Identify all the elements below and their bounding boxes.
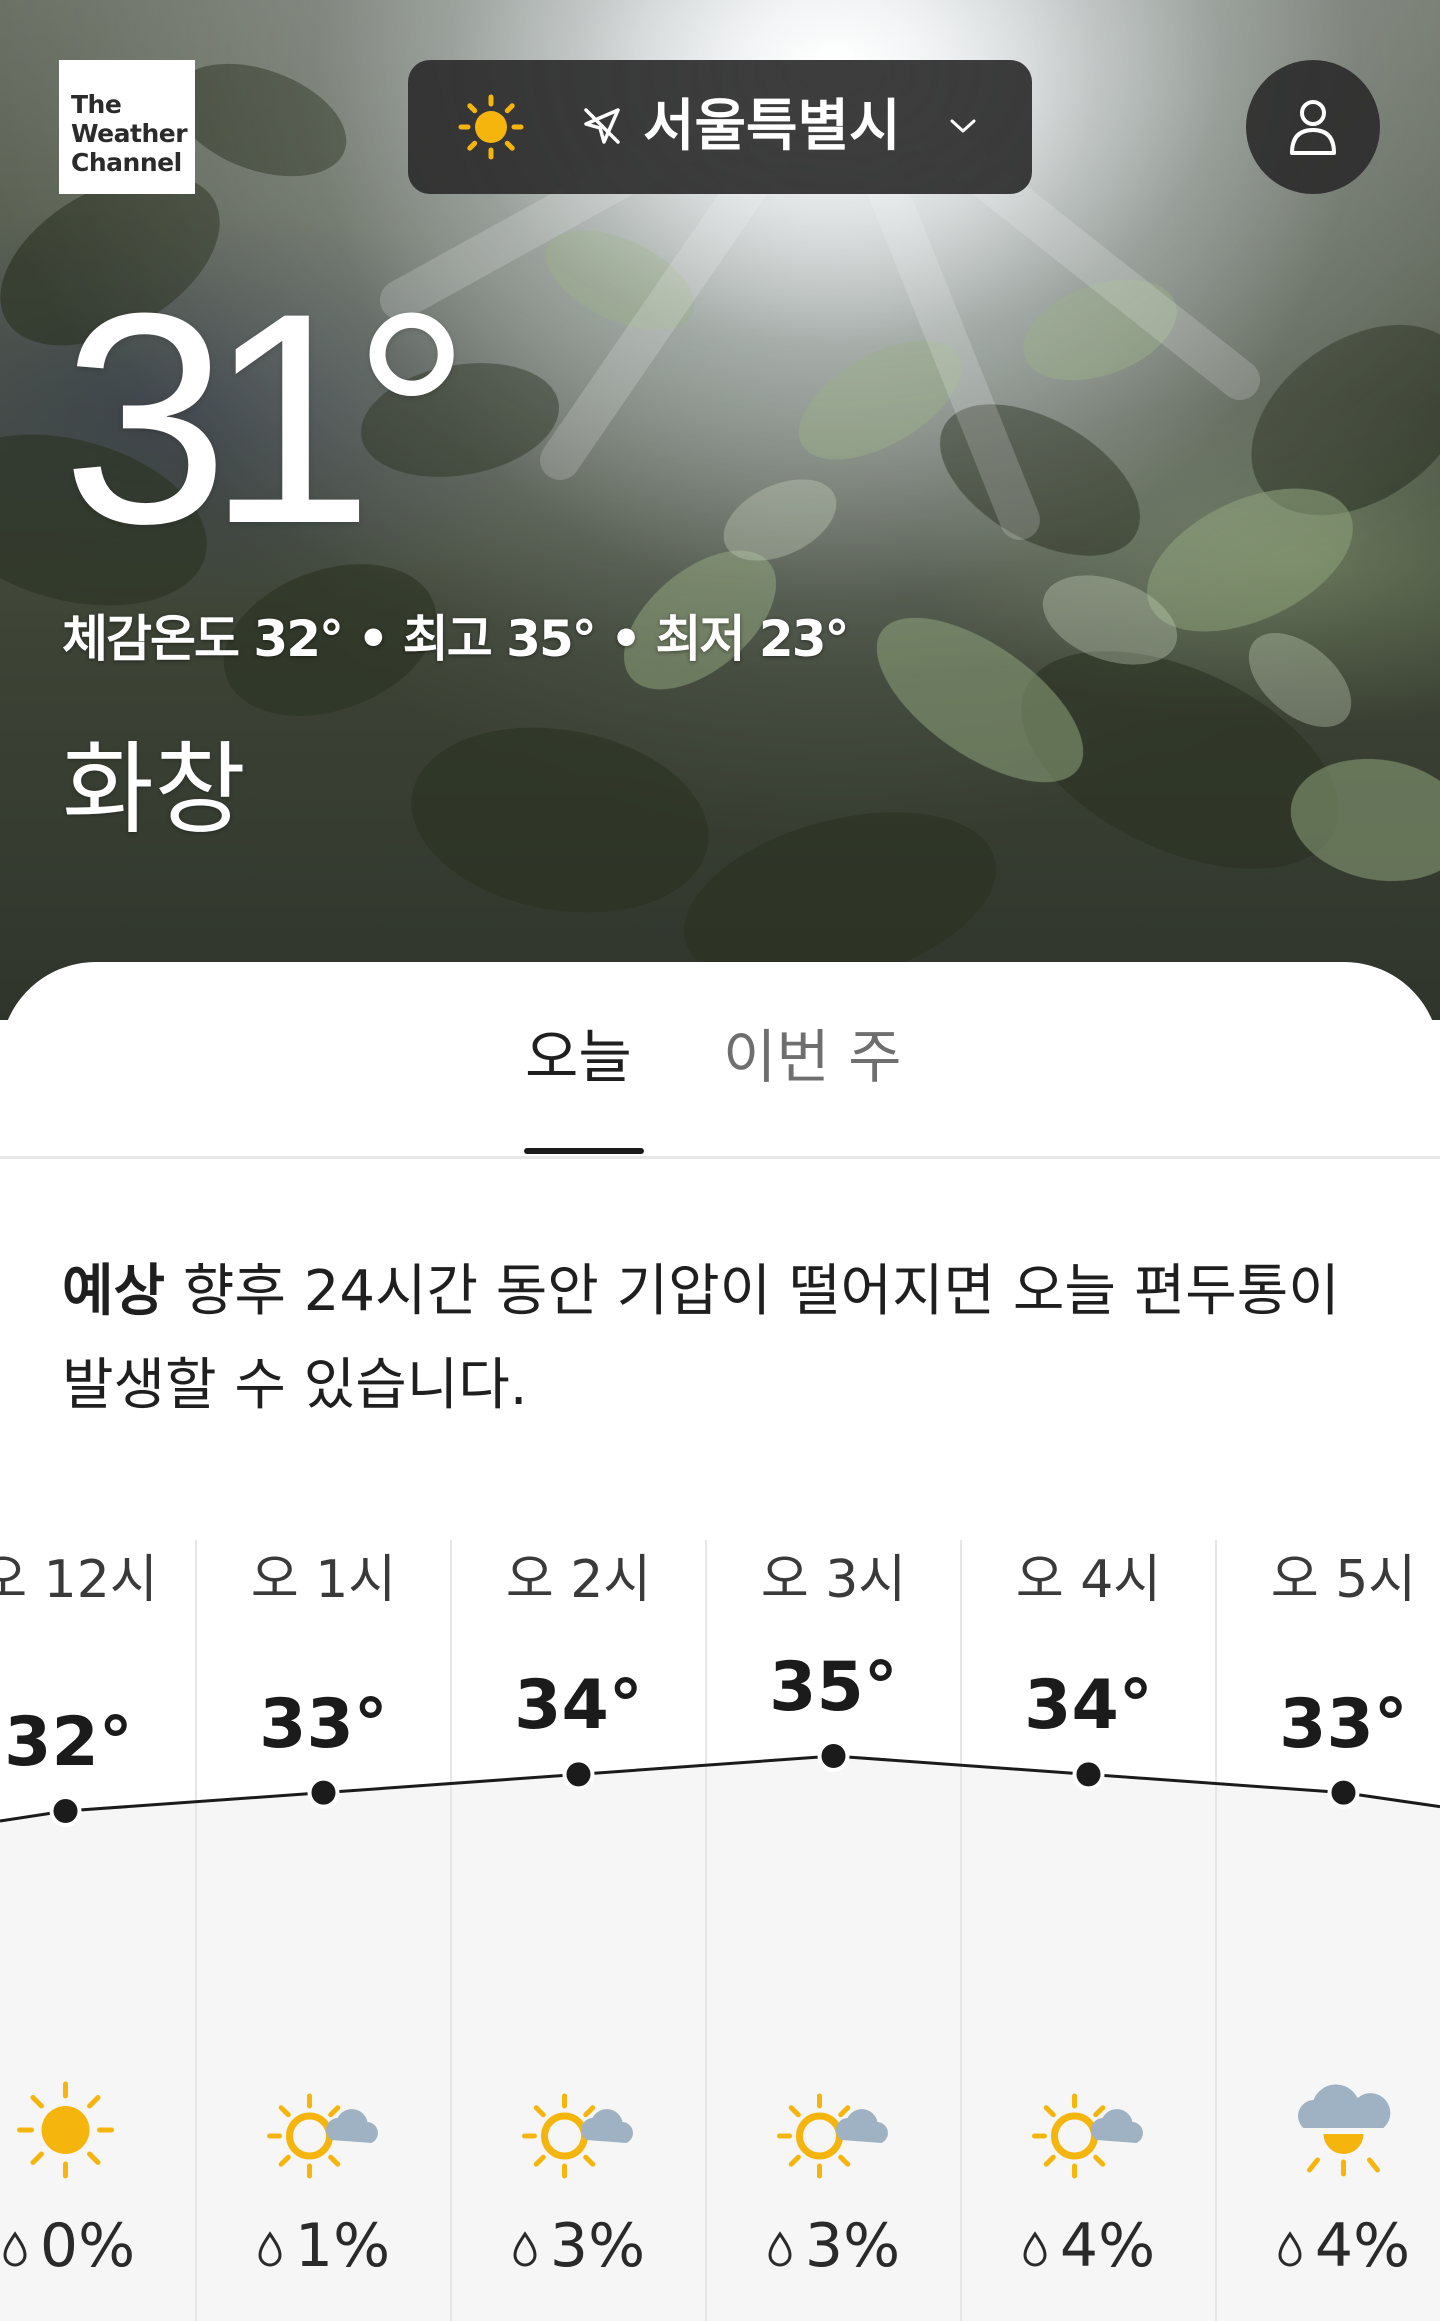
chevron-down-icon [950, 119, 976, 133]
raindrop-icon [3, 2231, 27, 2267]
hour-precipitation: 0% [0, 2210, 196, 2282]
feels-like-high-low: 체감온도 32° • 최고 35° • 최저 23° [62, 610, 850, 668]
hour-time: 오 3시 [760, 1550, 907, 1610]
current-condition: 화창 [62, 731, 246, 848]
hour-time: 오 5시 [1270, 1550, 1417, 1610]
hour-temperature: 35° [769, 1648, 898, 1727]
hour-precipitation: 3% [706, 2210, 961, 2282]
tab-this-week[interactable]: 이번 주 [723, 1012, 902, 1102]
profile-button[interactable] [1246, 60, 1380, 194]
logo-line-1: The [71, 90, 122, 119]
hour-precipitation: 4% [961, 2210, 1216, 2282]
raindrop-icon [1023, 2231, 1047, 2267]
hero-background: The Weather Channel 서울특별시 31° 체감온도 32° •… [0, 0, 1440, 1020]
sun-icon [458, 94, 524, 160]
hour-precip-value: 3% [549, 2211, 646, 2281]
logo-line-2: Weather [71, 119, 188, 148]
hour-column[interactable]: 오 3시 35° 3% [706, 1540, 961, 2321]
tab-today[interactable]: 오늘 [525, 1012, 632, 1102]
logo-line-3: Channel [71, 148, 182, 177]
weather-app: The Weather Channel 서울특별시 31° 체감온도 32° •… [0, 0, 1440, 2321]
raindrop-icon [258, 2231, 282, 2267]
hour-column[interactable]: 오 5시 33° 4% [1216, 1540, 1440, 2321]
location-name: 서울특별시 [643, 94, 901, 159]
hour-precipitation: 4% [1216, 2210, 1440, 2282]
hour-time: 오 2시 [505, 1550, 652, 1610]
hour-time: 오 1시 [250, 1550, 397, 1610]
current-temperature: 31° [62, 250, 472, 586]
hour-precip-value: 4% [1059, 2211, 1156, 2281]
hour-precip-value: 0% [39, 2211, 136, 2281]
hour-temperature: 33° [259, 1684, 388, 1764]
hour-temperature: 33° [1279, 1684, 1408, 1764]
forecast-label: 예상 [62, 1259, 166, 1324]
location-arrow-off-icon [584, 108, 620, 144]
hour-column[interactable]: 오 12시 32° 0% [0, 1540, 196, 2321]
raindrop-icon [513, 2231, 537, 2267]
hour-precip-value: 1% [294, 2211, 391, 2281]
hour-temperature: 32° [4, 1703, 133, 1782]
raindrop-icon [768, 2231, 792, 2267]
weather-channel-logo[interactable]: The Weather Channel [59, 60, 195, 194]
hour-temperature: 34° [1024, 1666, 1153, 1746]
hour-column[interactable]: 오 4시 34° 4% [961, 1540, 1216, 2321]
hour-precipitation: 1% [196, 2210, 451, 2282]
tab-divider [0, 1156, 1440, 1159]
hour-precip-value: 3% [804, 2211, 901, 2281]
hour-precip-value: 4% [1314, 2211, 1411, 2281]
hour-column[interactable]: 오 1시 33° 1% [196, 1540, 451, 2321]
hour-time: 오 4시 [1015, 1550, 1162, 1610]
location-selector[interactable]: 서울특별시 [408, 60, 1032, 194]
hour-time: 오 12시 [0, 1550, 158, 1610]
person-icon [1290, 100, 1336, 155]
hour-precipitation: 3% [451, 2210, 706, 2282]
forecast-message: 예상 향후 24시간 동안 기압이 떨어지면 오늘 편두통이 발생할 수 있습니… [62, 1245, 1382, 1433]
hour-temperature: 34° [514, 1666, 643, 1746]
hourly-forecast[interactable]: 오 12시 32° 0% 오 1시 33° 1% 오 2시 34° 3% 오 3… [0, 1540, 1440, 2321]
raindrop-icon [1278, 2231, 1302, 2267]
tab-selected-indicator [524, 1148, 644, 1154]
hour-column[interactable]: 오 2시 34° 3% [451, 1540, 706, 2321]
forecast-text: 향후 24시간 동안 기압이 떨어지면 오늘 편두통이 발생할 수 있습니다. [62, 1259, 1340, 1418]
